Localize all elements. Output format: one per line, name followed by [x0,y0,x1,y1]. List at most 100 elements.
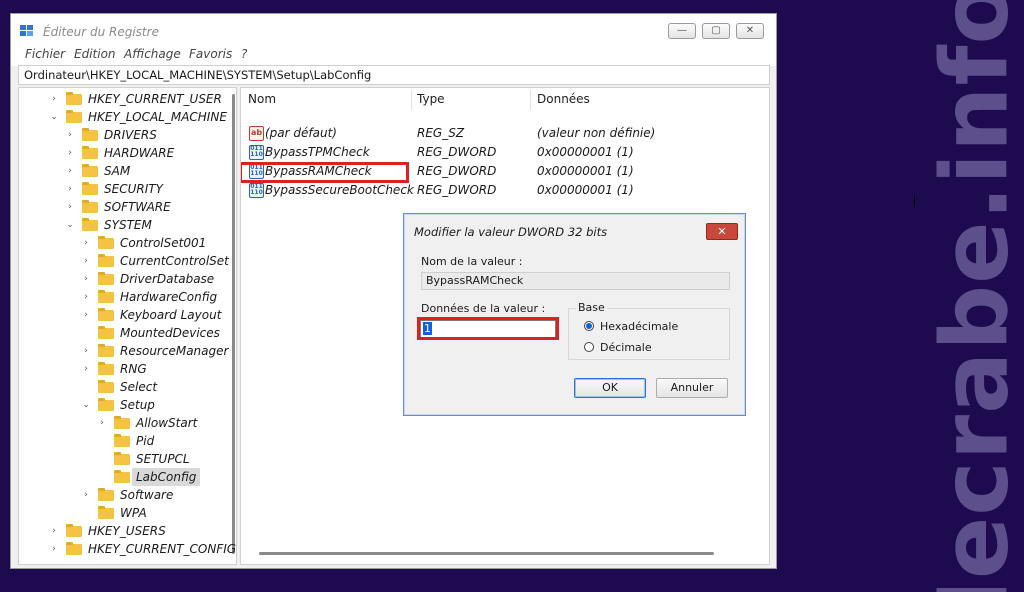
radio-selected-icon [584,321,594,331]
tree-node-label: MountedDevices [120,326,220,340]
tree-node-label: Keyboard Layout [120,308,222,322]
chevron-right-icon[interactable]: › [81,252,91,270]
tree-node[interactable]: › Software [57,486,219,504]
chevron-down-icon[interactable]: ⌄ [81,396,91,414]
value-row[interactable]: ab (par défaut) REG_SZ (valeur non défin… [241,124,769,143]
tree-node-label: HardwareConfig [120,290,218,304]
tree-node[interactable]: › RNG [57,360,219,378]
menu-affichage[interactable]: Affichage [124,47,181,61]
tree-node[interactable]: › ControlSet001 [57,234,219,252]
tree-node[interactable]: › HKEY_CURRENT_USER [25,90,222,108]
maximize-button[interactable]: ▢ [702,23,730,39]
chevron-right-icon[interactable]: › [49,90,59,108]
ok-button[interactable]: OK [574,378,646,398]
dialog-close-button[interactable]: ✕ [706,223,738,240]
value-name-text: BypassRAMCheck [426,274,524,287]
chevron-down-icon[interactable]: ⌄ [49,108,59,126]
tree-node-label: HKEY_CURRENT_USER [88,92,222,106]
tree-node[interactable]: Pid [73,432,219,450]
edit-dword-dialog: Modifier la valeur DWORD 32 bits ✕ Nom d… [403,213,746,416]
chevron-down-icon[interactable]: ⌄ [65,216,75,234]
column-name-header[interactable]: Nom [248,92,276,106]
value-data: (valeur non définie) [537,126,656,140]
chevron-right-icon[interactable]: › [81,360,91,378]
chevron-right-icon[interactable]: › [81,270,91,288]
folder-icon [66,524,82,537]
folder-icon [98,308,114,321]
tree-node[interactable]: › SECURITY [41,180,219,198]
tree-node[interactable]: › SAM [41,162,219,180]
chevron-right-icon[interactable]: › [49,522,59,540]
menu-favoris[interactable]: Favoris [189,47,232,61]
column-separator[interactable] [411,90,412,110]
tree-node-label: DriverDatabase [120,272,215,286]
folder-icon [98,236,114,249]
menu-fichier[interactable]: Fichier [25,47,65,61]
menu-bar: Fichier Edition Affichage Favoris ? [11,46,776,66]
tree-node[interactable]: › HKEY_CURRENT_CONFIG [25,540,236,558]
chevron-right-icon[interactable]: › [81,342,91,360]
column-data-header[interactable]: Données [537,92,590,106]
horizontal-scrollbar[interactable] [259,552,714,555]
tree-node[interactable]: MountedDevices [57,324,220,342]
tree-scrollbar[interactable] [232,94,235,554]
value-name-field: BypassRAMCheck [421,272,730,290]
chevron-right-icon[interactable]: › [65,162,75,180]
value-name: BypassTPMCheck [265,145,370,159]
tree-node-label: LabConfig [132,468,201,486]
tree-node[interactable]: › HKEY_USERS [25,522,219,540]
tree-node[interactable]: ⌄ SYSTEM [41,216,219,234]
tree-node-label: ResourceManager [120,344,229,358]
tree-node[interactable]: › Keyboard Layout [57,306,222,324]
chevron-right-icon[interactable]: › [65,180,75,198]
minimize-button[interactable]: — [668,23,696,39]
folder-icon [114,470,130,483]
tree-node[interactable]: ⌄ Setup [57,396,219,414]
chevron-right-icon[interactable]: › [49,540,59,558]
tree-node[interactable]: › HARDWARE [41,144,219,162]
tree-node[interactable]: › DRIVERS [41,126,219,144]
chevron-right-icon[interactable]: › [65,198,75,216]
tree-node[interactable]: › AllowStart [73,414,219,432]
tree-node[interactable]: › ResourceManager [57,342,228,360]
folder-icon [114,434,130,447]
chevron-right-icon[interactable]: › [65,126,75,144]
menu-edition[interactable]: Edition [74,47,116,61]
menu-help[interactable]: ? [241,47,247,61]
folder-icon [98,380,114,393]
value-row-highlighted[interactable]: 011 110 BypassRAMCheck REG_DWORD 0x000000… [241,162,769,183]
chevron-right-icon[interactable]: › [97,414,107,432]
chevron-right-icon[interactable]: › [81,486,91,504]
tree-node[interactable]: WPA [57,504,219,522]
tree-node[interactable]: › HardwareConfig [57,288,219,306]
tree-node[interactable]: ⌄ HKEY_LOCAL_MACHINE [25,108,227,126]
column-separator[interactable] [530,90,531,110]
address-bar[interactable]: Ordinateur\HKEY_LOCAL_MACHINE\SYSTEM\Set… [18,65,770,85]
value-row[interactable]: 011 110 BypassTPMCheck REG_DWORD 0x000000… [241,143,769,162]
column-type-header[interactable]: Type [417,92,445,106]
tree-node-label: SOFTWARE [104,200,171,214]
tree-node[interactable]: LabConfig [73,468,219,486]
title-bar: Éditeur du Registre — ▢ ✕ [11,14,776,46]
tree-node-label: HKEY_LOCAL_MACHINE [88,110,227,124]
chevron-right-icon[interactable]: › [81,288,91,306]
value-data-label: Données de la valeur : [421,302,546,315]
window-title: Éditeur du Registre [43,25,159,39]
close-button[interactable]: ✕ [736,23,764,39]
tree-node[interactable]: › CurrentControlSet [57,252,229,270]
chevron-right-icon[interactable]: › [81,234,91,252]
cancel-button[interactable]: Annuler [656,378,728,398]
folder-icon [98,272,114,285]
tree-node[interactable]: › SOFTWARE [41,198,219,216]
red-highlight-box [241,162,409,183]
tree-node-label: ControlSet001 [120,236,207,250]
value-type: REG_DWORD [417,183,497,197]
chevron-right-icon[interactable]: › [81,306,91,324]
folder-icon [98,506,114,519]
chevron-right-icon[interactable]: › [65,144,75,162]
folder-icon [66,110,82,123]
value-row[interactable]: 011 110 BypassSecureBootCheck REG_DWORD 0… [241,181,769,200]
tree-node[interactable]: › DriverDatabase [57,270,219,288]
tree-node[interactable]: SETUPCL [73,450,219,468]
tree-node[interactable]: Select [57,378,219,396]
